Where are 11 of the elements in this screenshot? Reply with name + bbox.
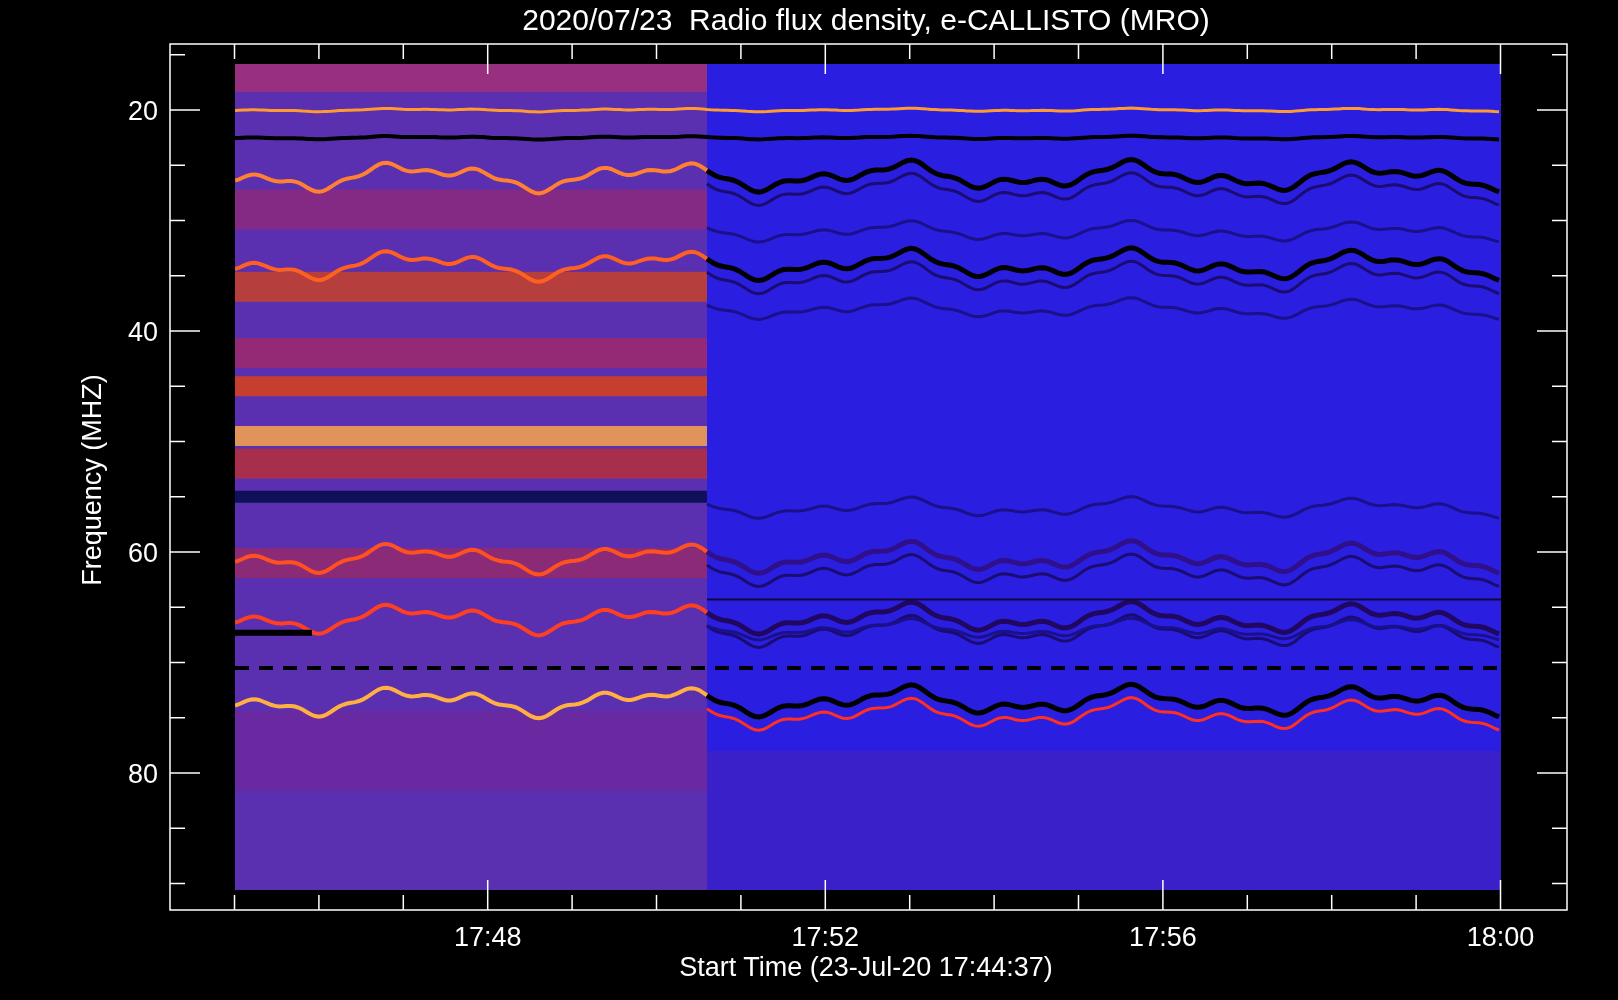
x-tick-label: 17:52 — [791, 922, 860, 952]
x-tick-label: 18:00 — [1466, 922, 1535, 952]
y-tick-label: 40 — [127, 317, 158, 347]
y-tick-label: 20 — [127, 96, 158, 126]
x-axis-title: Start Time (23-Jul-20 17:44:37) — [679, 952, 1053, 982]
y-axis-title: Frequency (MHZ) — [77, 374, 107, 586]
x-tick-label: 17:56 — [1129, 922, 1197, 952]
x-tick-label: 17:48 — [453, 922, 522, 952]
y-tick-label: 60 — [127, 538, 158, 568]
chart-title: 2020/07/23 Radio flux density, e-CALLISTO (MRO) — [522, 3, 1210, 36]
y-tick-label: 80 — [127, 759, 158, 789]
